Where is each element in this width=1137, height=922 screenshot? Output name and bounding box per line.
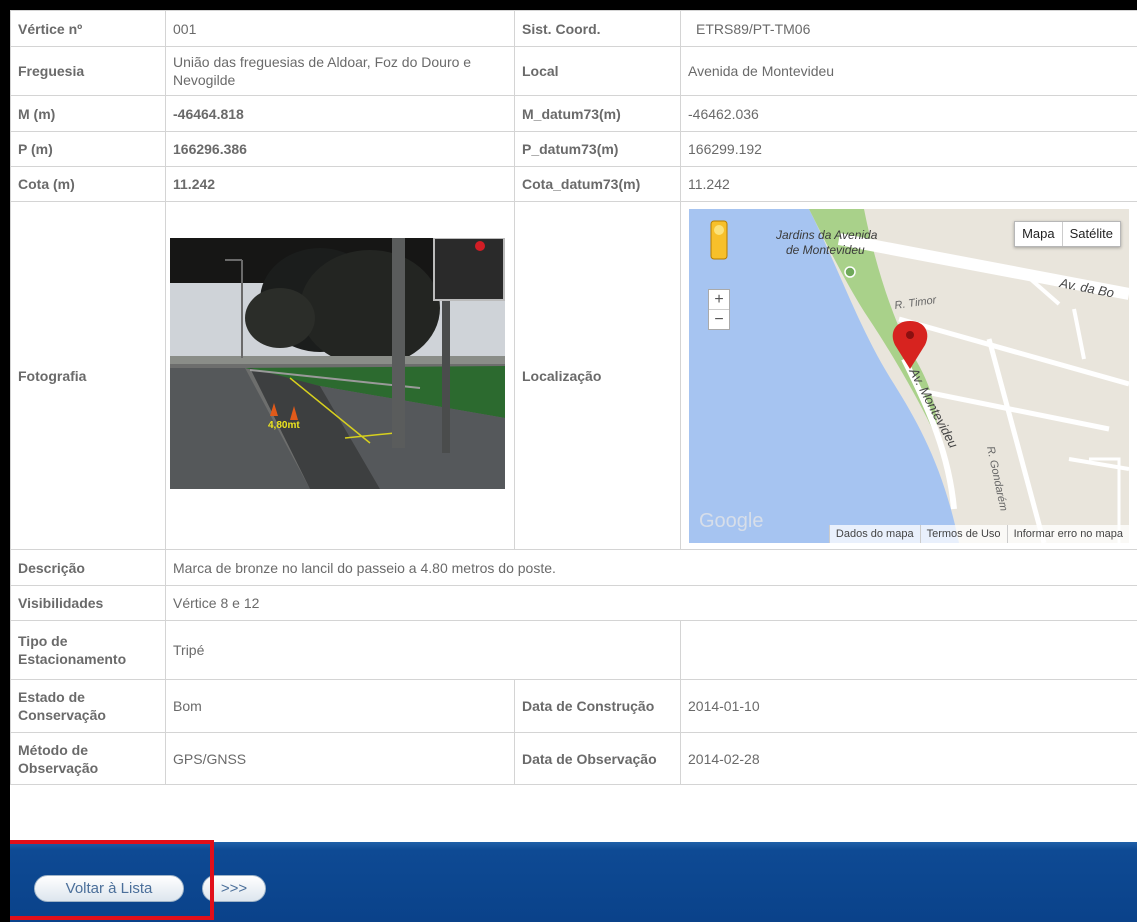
location-map[interactable]: Jardins da Avenida de Montevideu Av. da … [689,209,1129,543]
vertice-value: 001 [165,10,515,47]
cota-value: 11.242 [165,166,515,202]
p-label: P (m) [10,131,166,167]
metodo-value: GPS/GNSS [165,732,515,785]
map-cell: Jardins da Avenida de Montevideu Av. da … [680,201,1137,550]
page-frame: Vértice nº 001 Sist. Coord. ETRS89/PT-TM… [0,0,1137,922]
data-observacao-label: Data de Observação [514,732,681,785]
table-row: Fotografia 4,80mt Localização Jardins da… [10,201,1137,550]
localizacao-label: Localização [514,201,681,550]
map-type-control[interactable]: Mapa Satélite [1014,221,1121,247]
fotografia-label: Fotografia [10,201,166,550]
map-data-link[interactable]: Dados do mapa [828,525,920,543]
back-to-list-button[interactable]: Voltar à Lista [34,875,184,902]
empty-cell [680,620,1137,680]
table-row: Vértice nº 001 Sist. Coord. ETRS89/PT-TM… [10,10,1137,47]
table-row: Freguesia União das freguesias de Aldoar… [10,46,1137,96]
descricao-value: Marca de bronze no lancil do passeio a 4… [165,549,1137,586]
m-datum73-label: M_datum73(m) [514,95,681,132]
table-row: P (m) 166296.386 P_datum73(m) 166299.192 [10,131,1137,167]
cota-datum73-label: Cota_datum73(m) [514,166,681,202]
descricao-label: Descrição [10,549,166,586]
photo-annotation: 4,80mt [268,420,300,431]
map-park-label-1: Jardins da Avenida [775,228,878,242]
m-datum73-value: -46462.036 [680,95,1137,132]
metodo-label: Método de Observação [10,732,166,785]
table-row: M (m) -46464.818 M_datum73(m) -46462.036 [10,95,1137,132]
table-row: Cota (m) 11.242 Cota_datum73(m) 11.242 [10,166,1137,202]
zoom-in-button[interactable]: + [709,290,729,310]
map-zoom-control[interactable]: + − [708,289,730,330]
cota-datum73-value: 11.242 [680,166,1137,202]
tipo-value: Tripé [165,620,681,680]
photo-cell: 4,80mt [165,201,515,550]
p-value: 166296.386 [165,131,515,167]
freguesia-label: Freguesia [10,46,166,96]
freguesia-value: União das freguesias de Aldoar, Foz do D… [165,46,515,96]
map-terms-link[interactable]: Termos de Uso [919,525,1007,543]
map-park-label-2: de Montevideu [786,243,865,257]
estado-label: Estado de Conservação [10,679,166,733]
vertex-photo: 4,80mt [170,238,505,489]
coord-system-value: ETRS89/PT-TM06 [680,10,1137,47]
map-canvas[interactable]: Jardins da Avenida de Montevideu Av. da … [689,209,1129,543]
m-value: -46464.818 [165,95,515,132]
next-button[interactable]: >>> [202,875,266,902]
estado-value: Bom [165,679,515,733]
table-row: Estado de Conservação Bom Data de Constr… [10,679,1137,733]
local-value: Avenida de Montevideu [680,46,1137,96]
table-row: Método de Observação GPS/GNSS Data de Ob… [10,732,1137,785]
table-row: Tipo de Estacionamento Tripé [10,620,1137,680]
footer-bar: Voltar à Lista >>> [10,842,1137,922]
map-report-link[interactable]: Informar erro no mapa [1006,525,1129,543]
map-type-mapa-button[interactable]: Mapa [1015,222,1062,246]
zoom-out-button[interactable]: − [709,310,729,329]
data-observacao-value: 2014-02-28 [680,732,1137,785]
table-row: Descrição Marca de bronze no lancil do p… [10,549,1137,586]
visibilidades-label: Visibilidades [10,585,166,621]
vertex-detail-panel: Vértice nº 001 Sist. Coord. ETRS89/PT-TM… [10,10,1137,922]
data-construcao-label: Data de Construção [514,679,681,733]
local-label: Local [514,46,681,96]
visibilidades-value: Vértice 8 e 12 [165,585,1137,621]
table-row: Visibilidades Vértice 8 e 12 [10,585,1137,621]
map-footer: Dados do mapa Termos de Uso Informar err… [689,525,1129,543]
vertex-detail-table: Vértice nº 001 Sist. Coord. ETRS89/PT-TM… [10,10,1137,785]
data-construcao-value: 2014-01-10 [680,679,1137,733]
p-datum73-label: P_datum73(m) [514,131,681,167]
m-label: M (m) [10,95,166,132]
cota-label: Cota (m) [10,166,166,202]
p-datum73-value: 166299.192 [680,131,1137,167]
vertice-label: Vértice nº [10,10,166,47]
tipo-label: Tipo de Estacionamento [10,620,166,680]
coord-system-label: Sist. Coord. [514,10,681,47]
map-type-satelite-button[interactable]: Satélite [1061,222,1120,246]
